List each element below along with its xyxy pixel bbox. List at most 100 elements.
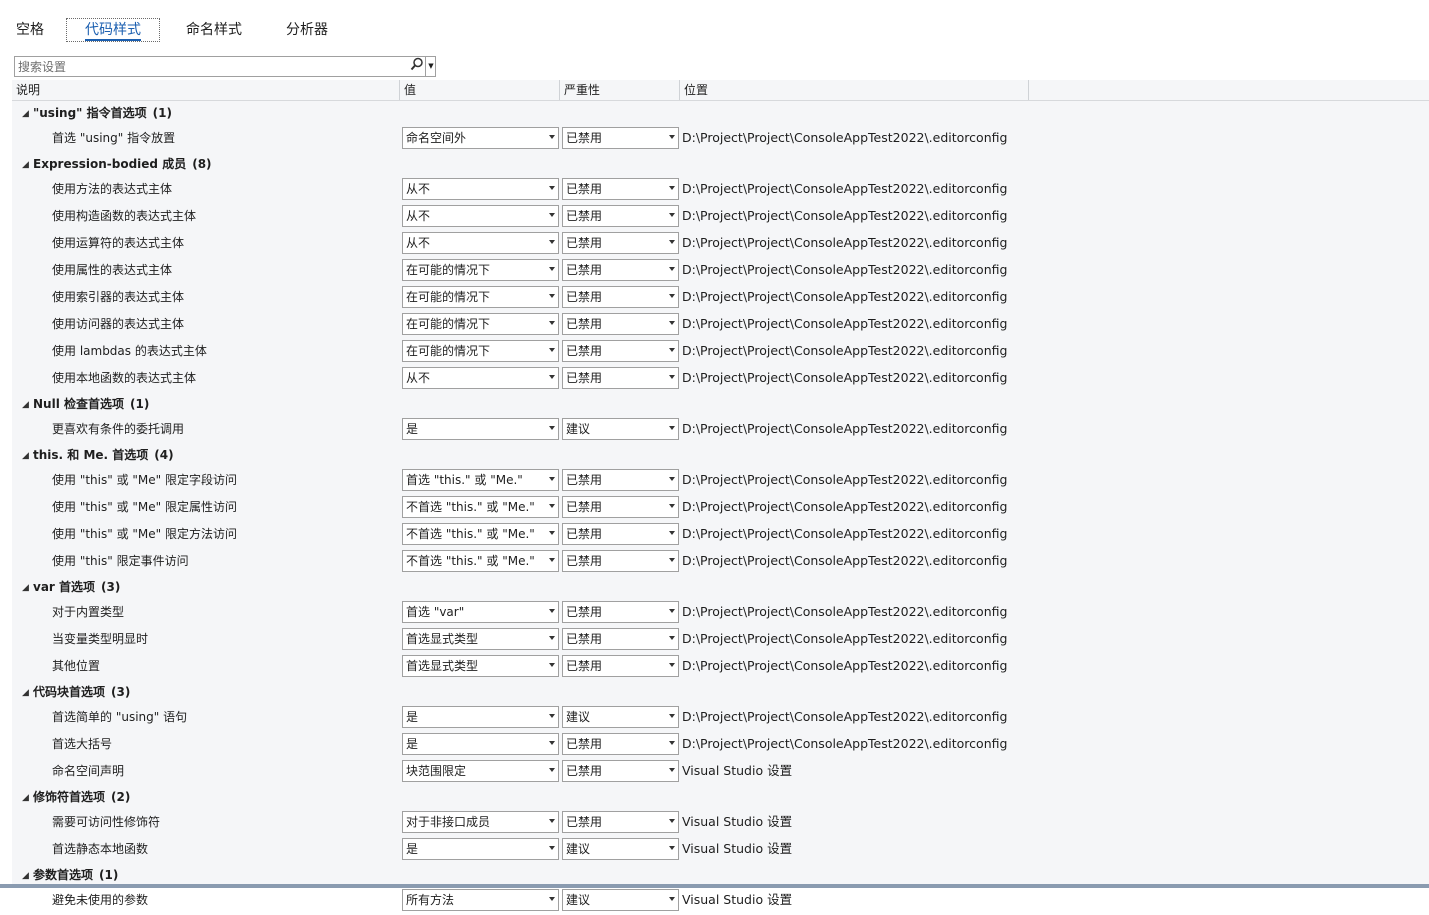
- severity-dropdown[interactable]: 建议: [562, 889, 679, 911]
- severity-dropdown[interactable]: 建议: [562, 418, 679, 440]
- column-header-location[interactable]: 位置: [680, 80, 1029, 100]
- value-dropdown[interactable]: 所有方法: [402, 889, 559, 911]
- collapse-triangle-icon[interactable]: ◢: [22, 154, 29, 176]
- chevron-down-icon: [549, 768, 555, 772]
- severity-dropdown[interactable]: 已禁用: [562, 178, 679, 200]
- setting-description: 对于内置类型: [52, 605, 125, 619]
- group-title: 参数首选项: [33, 868, 94, 882]
- chevron-down-icon: [669, 558, 675, 562]
- severity-dropdown[interactable]: 建议: [562, 706, 679, 728]
- group-header[interactable]: ◢ var 首选项 (3): [12, 576, 1429, 600]
- chevron-down-icon: [669, 426, 675, 430]
- severity-dropdown[interactable]: 已禁用: [562, 628, 679, 650]
- severity-dropdown[interactable]: 已禁用: [562, 523, 679, 545]
- value-dropdown[interactable]: 不首选 "this." 或 "Me.": [402, 550, 559, 572]
- tab-spaces[interactable]: 空格: [16, 19, 44, 41]
- severity-dropdown[interactable]: 已禁用: [562, 655, 679, 677]
- value-dropdown[interactable]: 在可能的情况下: [402, 313, 559, 335]
- severity-dropdown[interactable]: 已禁用: [562, 601, 679, 623]
- value-dropdown[interactable]: 在可能的情况下: [402, 286, 559, 308]
- value-text: 在可能的情况下: [406, 290, 491, 304]
- value-text: 从不: [406, 209, 431, 223]
- value-dropdown[interactable]: 在可能的情况下: [402, 340, 559, 362]
- column-header-value[interactable]: 值: [400, 80, 560, 100]
- setting-description: 更喜欢有条件的委托调用: [52, 422, 185, 436]
- group-header[interactable]: ◢ Null 检查首选项 (1): [12, 393, 1429, 417]
- collapse-triangle-icon[interactable]: ◢: [22, 577, 29, 599]
- severity-dropdown[interactable]: 建议: [562, 838, 679, 860]
- severity-dropdown[interactable]: 已禁用: [562, 733, 679, 755]
- value-dropdown[interactable]: 从不: [402, 205, 559, 227]
- collapse-triangle-icon[interactable]: ◢: [22, 682, 29, 704]
- severity-dropdown[interactable]: 已禁用: [562, 259, 679, 281]
- value-dropdown[interactable]: 从不: [402, 178, 559, 200]
- severity-text: 已禁用: [566, 182, 603, 196]
- value-dropdown[interactable]: 在可能的情况下: [402, 259, 559, 281]
- value-dropdown[interactable]: 是: [402, 838, 559, 860]
- collapse-triangle-icon[interactable]: ◢: [22, 445, 29, 467]
- value-dropdown[interactable]: 是: [402, 706, 559, 728]
- value-dropdown[interactable]: 不首选 "this." 或 "Me.": [402, 496, 559, 518]
- severity-dropdown[interactable]: 已禁用: [562, 811, 679, 833]
- value-dropdown[interactable]: 从不: [402, 232, 559, 254]
- severity-text: 已禁用: [566, 764, 603, 778]
- grid-header: 说明 值 严重性 位置: [12, 80, 1429, 101]
- collapse-triangle-icon[interactable]: ◢: [22, 103, 29, 125]
- severity-dropdown[interactable]: 已禁用: [562, 313, 679, 335]
- value-dropdown[interactable]: 从不: [402, 367, 559, 389]
- group-header[interactable]: ◢ Expression-bodied 成员 (8): [12, 153, 1429, 177]
- value-dropdown[interactable]: 首选显式类型: [402, 628, 559, 650]
- group-count: (4): [154, 448, 174, 462]
- value-dropdown[interactable]: 命名空间外: [402, 127, 559, 149]
- group-header[interactable]: ◢ 代码块首选项 (3): [12, 681, 1429, 705]
- severity-dropdown[interactable]: 已禁用: [562, 205, 679, 227]
- group-header[interactable]: ◢ "using" 指令首选项 (1): [12, 102, 1429, 126]
- setting-row: 使用 "this" 限定事件访问 不首选 "this." 或 "Me." 已禁用 D:…: [12, 549, 1429, 576]
- value-dropdown[interactable]: 首选 "var": [402, 601, 559, 623]
- value-dropdown[interactable]: 对于非接口成员: [402, 811, 559, 833]
- search-icon[interactable]: [408, 57, 425, 76]
- value-dropdown[interactable]: 块范围限定: [402, 760, 559, 782]
- group-title: "using" 指令首选项: [33, 106, 147, 120]
- severity-dropdown[interactable]: 已禁用: [562, 496, 679, 518]
- chevron-down-icon: [669, 213, 675, 217]
- chevron-down-icon: [669, 504, 675, 508]
- value-dropdown[interactable]: 是: [402, 733, 559, 755]
- search-options-dropdown[interactable]: ▼: [425, 57, 436, 76]
- group-header[interactable]: ◢ 修饰符首选项 (2): [12, 786, 1429, 810]
- chevron-down-icon: [669, 846, 675, 850]
- severity-dropdown[interactable]: 已禁用: [562, 340, 679, 362]
- collapse-triangle-icon[interactable]: ◢: [22, 394, 29, 416]
- group-count: (2): [111, 790, 131, 804]
- value-dropdown[interactable]: 是: [402, 418, 559, 440]
- severity-text: 建议: [566, 422, 591, 436]
- value-dropdown[interactable]: 不首选 "this." 或 "Me.": [402, 523, 559, 545]
- search-input[interactable]: [18, 58, 403, 75]
- tab-code-style[interactable]: 代码样式: [66, 18, 160, 42]
- severity-dropdown[interactable]: 已禁用: [562, 127, 679, 149]
- severity-text: 已禁用: [566, 554, 603, 568]
- severity-dropdown[interactable]: 已禁用: [562, 550, 679, 572]
- value-dropdown[interactable]: 首选 "this." 或 "Me.": [402, 469, 559, 491]
- setting-row: 使用本地函数的表达式主体 从不 已禁用 D:\Project\Project\Cons…: [12, 366, 1429, 393]
- chevron-down-icon: [669, 636, 675, 640]
- chevron-down-icon: [669, 609, 675, 613]
- severity-dropdown[interactable]: 已禁用: [562, 286, 679, 308]
- tab-naming-style[interactable]: 命名样式: [186, 19, 242, 41]
- value-dropdown[interactable]: 首选显式类型: [402, 655, 559, 677]
- column-header-description[interactable]: 说明: [12, 80, 400, 100]
- setting-description: 首选静态本地函数: [52, 842, 149, 856]
- column-header-severity[interactable]: 严重性: [560, 80, 680, 100]
- tab-analyzers[interactable]: 分析器: [286, 19, 328, 41]
- setting-description: 使用方法的表达式主体: [52, 182, 173, 196]
- chevron-down-icon: [669, 348, 675, 352]
- severity-dropdown[interactable]: 已禁用: [562, 367, 679, 389]
- group-header[interactable]: ◢ this. 和 Me. 首选项 (4): [12, 444, 1429, 468]
- chevron-down-icon: [549, 186, 555, 190]
- collapse-triangle-icon[interactable]: ◢: [22, 787, 29, 809]
- severity-dropdown[interactable]: 已禁用: [562, 760, 679, 782]
- setting-row: 使用运算符的表达式主体 从不 已禁用 D:\Project\Project\Conso…: [12, 231, 1429, 258]
- severity-dropdown[interactable]: 已禁用: [562, 232, 679, 254]
- value-text: 首选显式类型: [406, 632, 479, 646]
- severity-dropdown[interactable]: 已禁用: [562, 469, 679, 491]
